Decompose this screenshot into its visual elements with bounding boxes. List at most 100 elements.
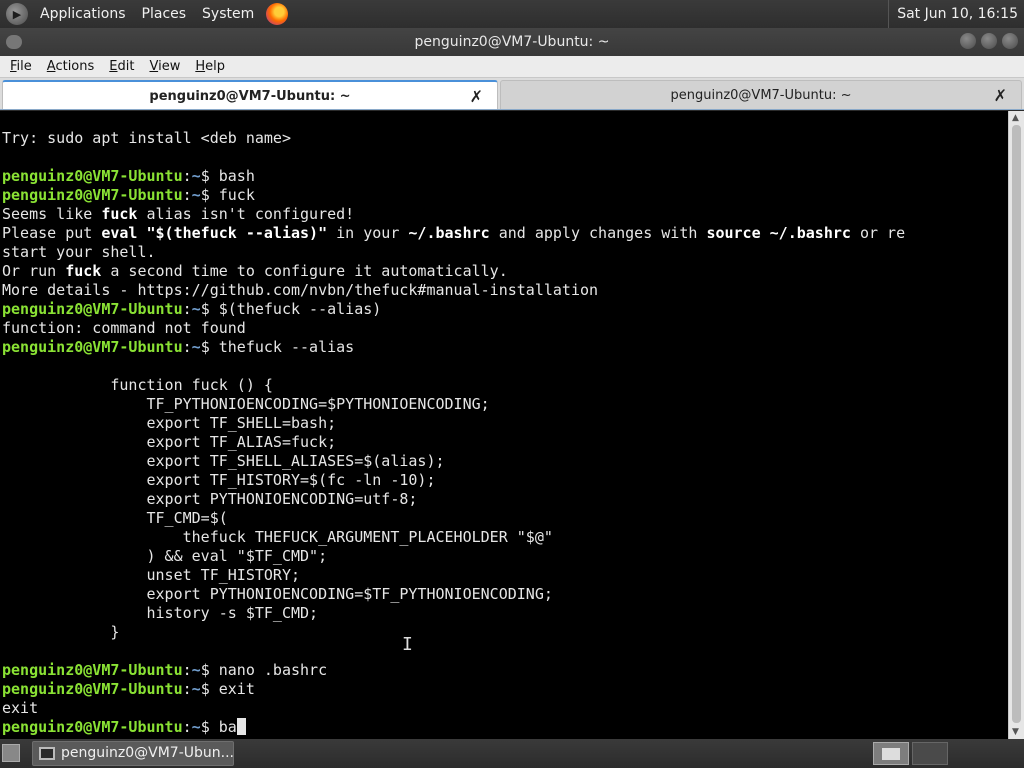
output-text: export TF_SHELL_ALIASES=$(alias); <box>2 452 445 470</box>
terminal-line: penguinz0@VM7-Ubuntu:~$ thefuck --alias <box>2 338 1008 357</box>
tab-label: penguinz0@VM7-Ubuntu: ~ <box>670 88 852 103</box>
show-desktop-icon[interactable] <box>2 744 20 762</box>
prompt-separator: : <box>182 661 192 679</box>
firefox-launcher-icon[interactable] <box>266 3 289 25</box>
output-text: export PYTHONIOENCODING=utf-8; <box>2 490 418 508</box>
output-text: ) && eval "$TF_CMD"; <box>2 547 328 565</box>
maximize-button[interactable] <box>981 33 997 49</box>
output-text: fuck <box>101 205 138 223</box>
tab-label: penguinz0@VM7-Ubuntu: ~ <box>149 89 351 104</box>
prompt-symbol: $ <box>200 300 219 318</box>
terminal-line: function fuck () { <box>2 376 1008 395</box>
command-text: ba <box>218 718 237 736</box>
terminal-line: More details - https://github.com/nvbn/t… <box>2 281 1008 300</box>
scroll-up-icon[interactable]: ▲ <box>1012 113 1019 123</box>
command-text: bash <box>218 167 255 185</box>
prompt-symbol: $ <box>200 167 219 185</box>
tab-bar: penguinz0@VM7-Ubuntu: ~ ✗ penguinz0@VM7-… <box>0 78 1024 110</box>
prompt-path: ~ <box>191 300 201 318</box>
terminal-line: export PYTHONIOENCODING=utf-8; <box>2 490 1008 509</box>
workspace-2[interactable] <box>912 742 948 765</box>
menu-logo-icon[interactable]: ▶ <box>6 3 28 25</box>
menu-edit[interactable]: Edit <box>104 59 139 74</box>
output-text: Seems like <box>2 205 102 223</box>
prompt-symbol: $ <box>200 680 219 698</box>
bottom-panel: penguinz0@VM7-Ubun... <box>0 739 1024 768</box>
output-text: history -s $TF_CMD; <box>2 604 319 622</box>
prompt-separator: : <box>182 718 192 736</box>
window-title: penguinz0@VM7-Ubuntu: ~ <box>414 34 610 50</box>
taskbar-label: penguinz0@VM7-Ubun... <box>61 745 234 761</box>
ibeam-cursor-icon: I <box>402 634 413 655</box>
terminal-line: start your shell. <box>2 243 1008 262</box>
places-menu[interactable]: Places <box>134 0 195 28</box>
output-text: start your shell. <box>2 243 156 261</box>
prompt-separator: : <box>182 167 192 185</box>
output-text: exit <box>2 699 39 717</box>
tab-terminal-2[interactable]: penguinz0@VM7-Ubuntu: ~ ✗ <box>500 80 1022 109</box>
applications-menu[interactable]: Applications <box>32 0 134 28</box>
text-cursor <box>236 718 246 735</box>
terminal-line: ) && eval "$TF_CMD"; <box>2 547 1008 566</box>
terminal-line: penguinz0@VM7-Ubuntu:~$ ba <box>2 718 1008 737</box>
terminal-scrollbar[interactable]: ▲ ▼ <box>1008 111 1024 739</box>
prompt-symbol: $ <box>200 718 219 736</box>
tab-terminal-1[interactable]: penguinz0@VM7-Ubuntu: ~ ✗ <box>2 80 498 109</box>
terminal-line: penguinz0@VM7-Ubuntu:~$ nano .bashrc <box>2 661 1008 680</box>
terminal-line: Or run fuck a second time to configure i… <box>2 262 1008 281</box>
prompt-user: penguinz0@VM7-Ubuntu <box>2 718 183 736</box>
menu-view[interactable]: View <box>144 59 185 74</box>
menu-help[interactable]: Help <box>190 59 230 74</box>
terminal-line: exit <box>2 699 1008 718</box>
scrollbar-thumb[interactable] <box>1012 125 1021 723</box>
output-text: or re <box>850 224 906 242</box>
terminal-line: export TF_ALIAS=fuck; <box>2 433 1008 452</box>
terminal-output[interactable]: Try: sudo apt install <deb name> penguinz… <box>0 111 1008 739</box>
terminal-line: } <box>2 623 1008 642</box>
close-tab-icon[interactable]: ✗ <box>994 81 1007 110</box>
scroll-down-icon[interactable]: ▼ <box>1012 727 1019 737</box>
terminal-line: Try: sudo apt install <deb name> <box>2 129 1008 148</box>
terminal-line: export TF_SHELL=bash; <box>2 414 1008 433</box>
command-text: thefuck --alias <box>218 338 355 356</box>
terminal-icon <box>39 747 55 760</box>
prompt-separator: : <box>182 300 192 318</box>
prompt-path: ~ <box>191 338 201 356</box>
prompt-user: penguinz0@VM7-Ubuntu <box>2 338 183 356</box>
output-text: Please put <box>2 224 102 242</box>
system-menu[interactable]: System <box>194 0 262 28</box>
output-text: Try: sudo apt install <deb name> <box>2 129 291 147</box>
output-text: TF_PYTHONIOENCODING=$PYTHONIOENCODING; <box>2 395 490 413</box>
command-text: nano .bashrc <box>218 661 328 679</box>
prompt-user: penguinz0@VM7-Ubuntu <box>2 186 183 204</box>
terminal-line: TF_CMD=$( <box>2 509 1008 528</box>
terminal-line: export TF_HISTORY=$(fc -ln -10); <box>2 471 1008 490</box>
close-tab-icon[interactable]: ✗ <box>470 82 483 111</box>
top-panel: ▶ Applications Places System Sat Jun 10,… <box>0 0 1024 28</box>
taskbar-terminal-button[interactable]: penguinz0@VM7-Ubun... <box>32 741 234 766</box>
workspace-1[interactable] <box>873 742 909 765</box>
window-titlebar[interactable]: penguinz0@VM7-Ubuntu: ~ <box>0 28 1024 56</box>
output-text: More details - https://github.com/nvbn/t… <box>2 281 599 299</box>
prompt-symbol: $ <box>200 338 219 356</box>
close-window-button[interactable] <box>1002 33 1018 49</box>
minimize-button[interactable] <box>960 33 976 49</box>
output-text: a second time to configure it automatica… <box>101 262 508 280</box>
terminal-line: history -s $TF_CMD; <box>2 604 1008 623</box>
command-text: $(thefuck --alias) <box>218 300 382 318</box>
output-text: export TF_HISTORY=$(fc -ln -10); <box>2 471 436 489</box>
terminal-line: thefuck THEFUCK_ARGUMENT_PLACEHOLDER "$@… <box>2 528 1008 547</box>
prompt-user: penguinz0@VM7-Ubuntu <box>2 680 183 698</box>
output-text: unset TF_HISTORY; <box>2 566 301 584</box>
menu-file[interactable]: File <box>5 59 37 74</box>
panel-clock[interactable]: Sat Jun 10, 16:15 <box>888 0 1024 28</box>
prompt-separator: : <box>182 338 192 356</box>
menu-actions[interactable]: Actions <box>42 59 100 74</box>
menubar: File Actions Edit View Help <box>0 56 1024 78</box>
output-text: function fuck () { <box>2 376 273 394</box>
prompt-path: ~ <box>191 718 201 736</box>
prompt-symbol: $ <box>200 661 219 679</box>
prompt-user: penguinz0@VM7-Ubuntu <box>2 167 183 185</box>
